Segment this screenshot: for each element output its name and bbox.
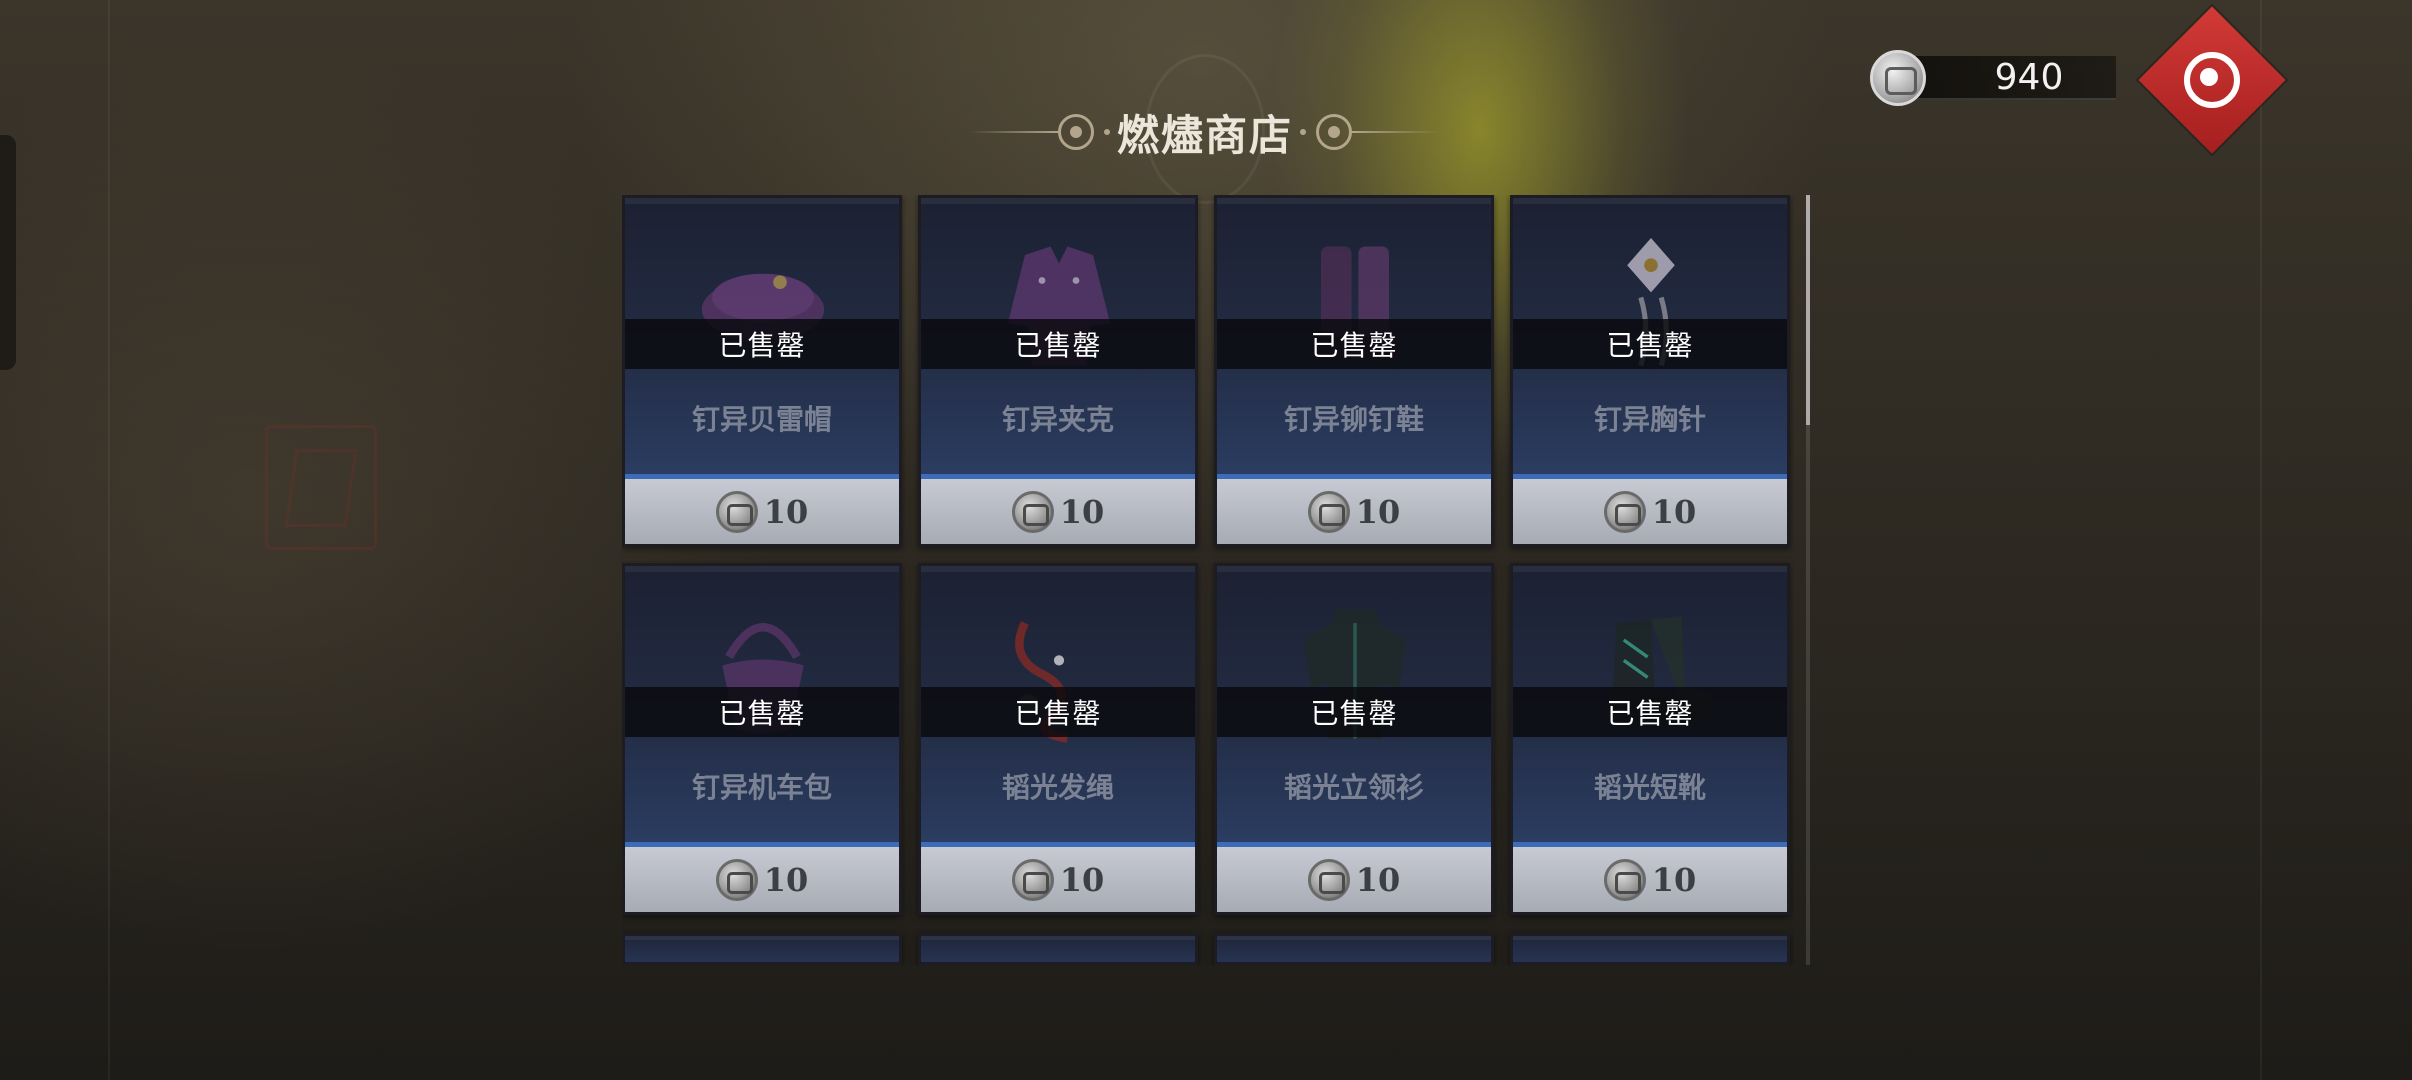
item-name: 韬光短靴 bbox=[1593, 771, 1706, 804]
sold-out-label: 已售罄 bbox=[1217, 687, 1491, 737]
shop-item-card[interactable]: 已售罄 钉异夹克 10 bbox=[918, 195, 1198, 547]
seal-stamp bbox=[265, 425, 377, 550]
background-divider bbox=[2260, 0, 2262, 1080]
item-price: 10 bbox=[763, 492, 809, 531]
shop-item-grid[interactable]: 已售罄 钉异贝雷帽 10 已售罄 钉异夹克 10 已售罄 钉异铆钉鞋 10 已售… bbox=[622, 195, 1794, 965]
sold-out-label: 已售罄 bbox=[1513, 319, 1787, 369]
silver-coin-icon bbox=[715, 490, 758, 533]
currency-display: 940 bbox=[1870, 50, 2116, 106]
item-name: 钉异夹克 bbox=[1001, 403, 1114, 436]
sold-out-label: 已售罄 bbox=[625, 319, 899, 369]
scroll-thumb[interactable] bbox=[1806, 195, 1810, 425]
silver-coin-icon bbox=[1603, 490, 1646, 533]
silver-coin-icon bbox=[1307, 858, 1350, 901]
item-price: 10 bbox=[1059, 860, 1105, 899]
price-tag: 10 bbox=[1513, 842, 1787, 912]
sold-out-label: 已售罄 bbox=[921, 687, 1195, 737]
shop-item-card[interactable]: 已售罄 韬光立领衫 10 bbox=[1214, 563, 1494, 915]
title-ornament-left bbox=[970, 114, 1120, 150]
silver-coin-icon bbox=[715, 858, 758, 901]
shop-item-card[interactable]: 已售罄 韬光短靴 10 bbox=[1510, 563, 1790, 915]
scrollbar[interactable] bbox=[1806, 195, 1810, 965]
shop-item-card[interactable] bbox=[622, 933, 902, 965]
shop-item-card[interactable] bbox=[1510, 933, 1790, 965]
shop-item-card[interactable]: 已售罄 钉异胸针 10 bbox=[1510, 195, 1790, 547]
item-name: 钉异贝雷帽 bbox=[691, 403, 832, 436]
price-tag: 10 bbox=[921, 842, 1195, 912]
shop-header: 燃燼商店 bbox=[970, 54, 1440, 204]
item-name: 韬光立领衫 bbox=[1283, 771, 1424, 804]
currency-amount: 940 bbox=[1916, 56, 2116, 100]
sold-out-label: 已售罄 bbox=[1217, 319, 1491, 369]
price-tag: 10 bbox=[921, 474, 1195, 544]
item-name: 钉异胸针 bbox=[1593, 403, 1706, 436]
price-tag: 10 bbox=[1513, 474, 1787, 544]
item-name: 钉异机车包 bbox=[691, 771, 832, 804]
price-tag: 10 bbox=[625, 842, 899, 912]
silver-coin-icon bbox=[1870, 50, 1926, 106]
silver-coin-icon bbox=[1011, 858, 1054, 901]
silver-coin-icon bbox=[1011, 490, 1054, 533]
shop-item-card[interactable]: 已售罄 韬光发绳 10 bbox=[918, 563, 1198, 915]
red-diamond-emblem-icon[interactable] bbox=[2138, 6, 2286, 154]
shop-item-card[interactable]: 已售罄 钉异贝雷帽 10 bbox=[622, 195, 902, 547]
shop-item-card[interactable] bbox=[918, 933, 1198, 965]
item-price: 10 bbox=[1355, 860, 1401, 899]
price-tag: 10 bbox=[1217, 474, 1491, 544]
sold-out-label: 已售罄 bbox=[625, 687, 899, 737]
item-price: 10 bbox=[1651, 860, 1697, 899]
shop-item-card[interactable]: 已售罄 钉异机车包 10 bbox=[622, 563, 902, 915]
item-name: 钉异铆钉鞋 bbox=[1283, 403, 1424, 436]
item-price: 10 bbox=[1355, 492, 1401, 531]
title-ornament-right bbox=[1290, 114, 1440, 150]
silver-coin-icon bbox=[1603, 858, 1646, 901]
side-drawer-tab[interactable] bbox=[0, 135, 16, 370]
sold-out-label: 已售罄 bbox=[921, 319, 1195, 369]
page-title: 燃燼商店 bbox=[1116, 110, 1293, 160]
price-tag: 10 bbox=[625, 474, 899, 544]
background-divider bbox=[108, 0, 110, 1080]
silver-coin-icon bbox=[1307, 490, 1350, 533]
shop-item-card[interactable]: 已售罄 钉异铆钉鞋 10 bbox=[1214, 195, 1494, 547]
item-price: 10 bbox=[1651, 492, 1697, 531]
sold-out-label: 已售罄 bbox=[1513, 687, 1787, 737]
shop-item-card[interactable] bbox=[1214, 933, 1494, 965]
item-price: 10 bbox=[1059, 492, 1105, 531]
item-price: 10 bbox=[763, 860, 809, 899]
price-tag: 10 bbox=[1217, 842, 1491, 912]
item-name: 韬光发绳 bbox=[1001, 771, 1114, 804]
